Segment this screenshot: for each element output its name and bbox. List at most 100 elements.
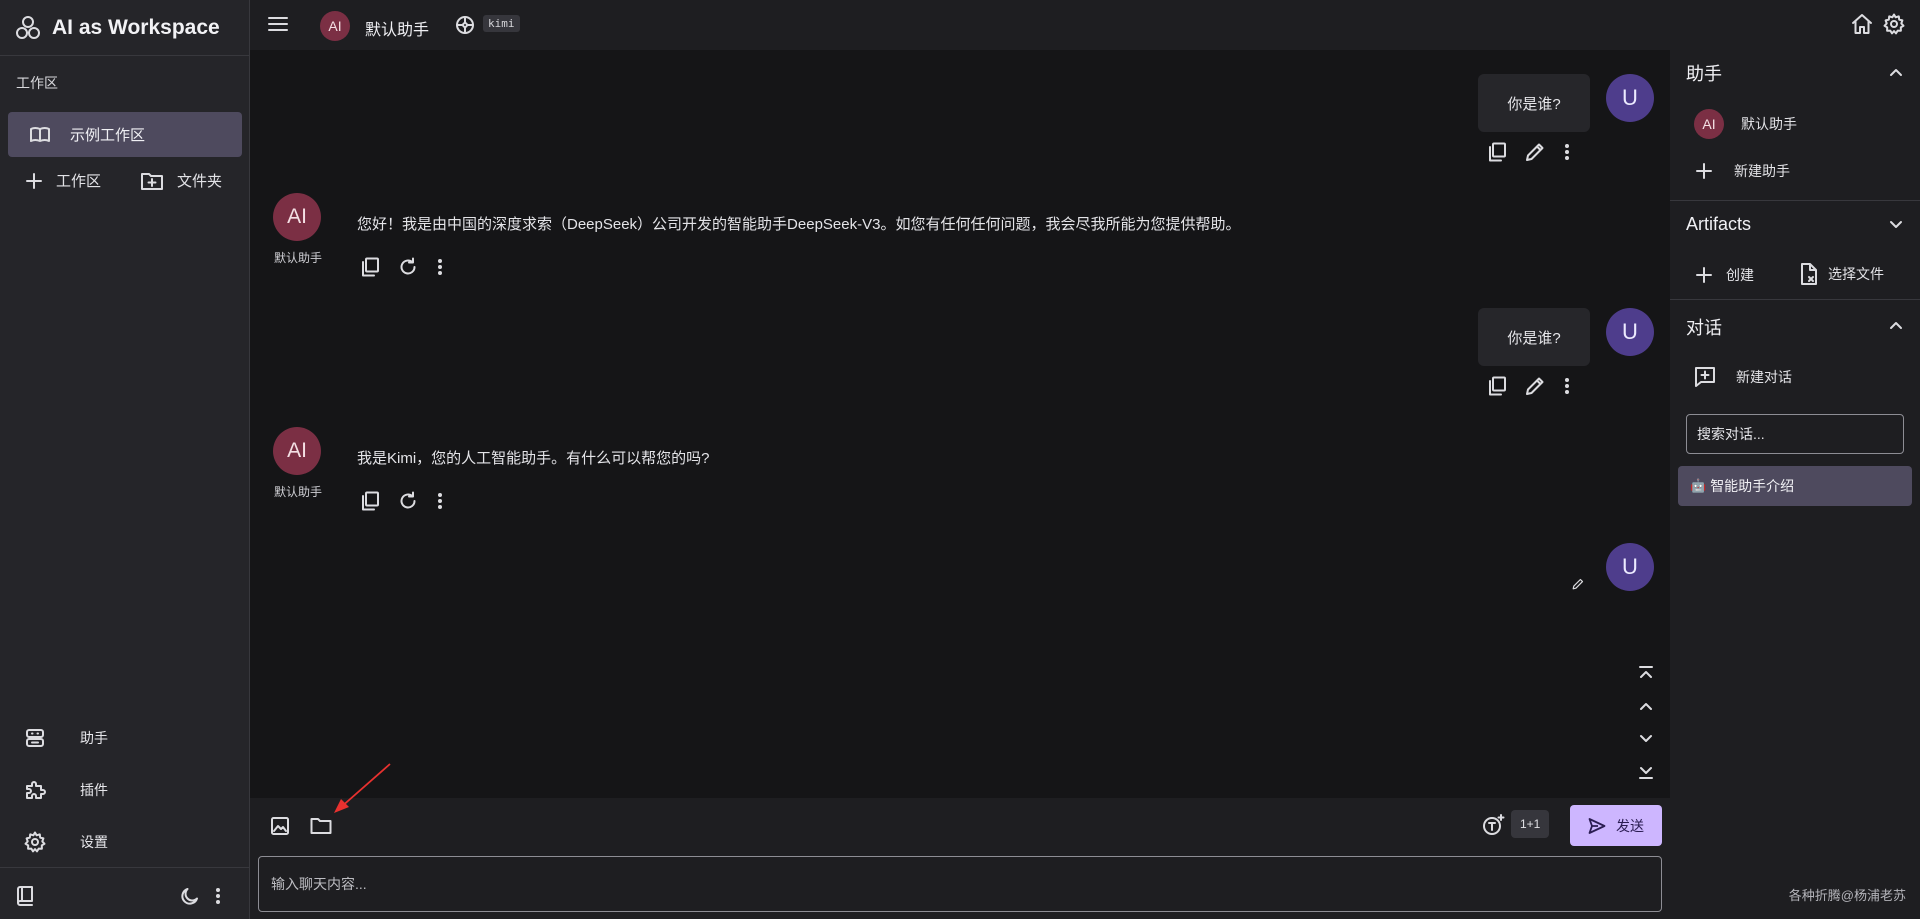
docs-button[interactable] <box>16 886 34 906</box>
send-icon <box>1588 817 1606 834</box>
more-vertical-icon <box>438 259 442 275</box>
select-file-button[interactable]: 选择文件 <box>1800 263 1884 285</box>
more-options-button[interactable] <box>436 257 444 277</box>
copy-button[interactable] <box>360 257 380 277</box>
add-workspace-label: 工作区 <box>56 173 102 190</box>
prompt-template-button[interactable] <box>1482 814 1506 836</box>
collapse-assistant-button[interactable] <box>1888 64 1904 80</box>
edit-message-button[interactable] <box>1572 578 1584 590</box>
copy-button[interactable] <box>360 491 380 511</box>
chat-plus-icon <box>1695 367 1715 387</box>
app-title: AI as Workspace <box>52 15 220 39</box>
divider <box>1670 200 1920 201</box>
refresh-icon <box>400 257 416 275</box>
more-options-button[interactable] <box>1563 376 1571 396</box>
conversation-title: 智能助手介绍 <box>1710 478 1795 494</box>
chat-input[interactable] <box>259 857 1661 911</box>
settings-button[interactable] <box>1883 13 1905 35</box>
workspace-item-example[interactable]: 示例工作区 <box>8 112 242 157</box>
user-message-actions <box>1487 142 1571 162</box>
left-nav: 助手 插件 设置 <box>0 712 250 868</box>
pencil-icon <box>1526 143 1544 161</box>
file-search-icon <box>1801 263 1817 285</box>
regenerate-button[interactable] <box>398 257 418 277</box>
edit-button[interactable] <box>1525 142 1545 162</box>
model-selector-button[interactable] <box>455 15 475 35</box>
more-options-button[interactable] <box>214 886 222 906</box>
model-tag[interactable]: kimi <box>483 15 520 32</box>
scroll-bottom-button[interactable] <box>1638 764 1654 780</box>
nav-assistant-label: 助手 <box>80 730 108 746</box>
left-footer <box>0 867 250 919</box>
assistant-name: 默认助手 <box>274 251 323 265</box>
scroll-down-button[interactable] <box>1638 731 1654 747</box>
assistant-list-item[interactable]: AI 默认助手 <box>1694 109 1797 139</box>
app-brand: AI as Workspace <box>0 0 249 56</box>
send-button[interactable]: 发送 <box>1570 805 1662 846</box>
regenerate-button[interactable] <box>398 491 418 511</box>
home-button[interactable] <box>1851 13 1873 35</box>
top-bar: AI 默认助手 kimi <box>250 0 1920 50</box>
create-artifact-button[interactable]: 创建 <box>1696 265 1754 285</box>
edit-button[interactable] <box>1525 376 1545 396</box>
nav-assistant[interactable]: 助手 <box>0 712 250 764</box>
expand-artifacts-button[interactable] <box>1888 217 1904 233</box>
hexagon-logo-icon <box>16 15 40 39</box>
menu-button[interactable] <box>268 14 288 34</box>
prompt-template-tag[interactable]: 1+1 <box>1511 810 1550 838</box>
image-icon <box>271 817 289 835</box>
conversation-list-item[interactable]: 🤖 智能助手介绍 <box>1678 466 1912 506</box>
folder-plus-icon <box>141 172 164 190</box>
copy-button[interactable] <box>1487 142 1507 162</box>
more-options-button[interactable] <box>1563 142 1571 162</box>
user-message-actions <box>1487 376 1571 396</box>
theme-toggle-button[interactable] <box>180 886 200 906</box>
workspace-item-label: 示例工作区 <box>70 127 146 144</box>
book-open-icon <box>30 126 50 142</box>
upload-image-button[interactable] <box>270 816 290 836</box>
conversation-search-input[interactable] <box>1687 415 1903 453</box>
add-folder-button[interactable]: 文件夹 <box>141 170 222 191</box>
assistant-avatar[interactable]: AI <box>320 11 350 41</box>
assistant-avatar: AI <box>273 193 321 241</box>
scroll-up-button[interactable] <box>1638 698 1654 714</box>
conversation-section-title[interactable]: 对话 <box>1686 314 1722 340</box>
gear-icon <box>1883 13 1905 35</box>
copy-button[interactable] <box>1487 376 1507 396</box>
add-workspace-button[interactable]: 工作区 <box>26 170 101 191</box>
upload-folder-button[interactable] <box>310 816 332 836</box>
conversation-search-field[interactable] <box>1686 414 1904 454</box>
chevrons-down-icon <box>1639 767 1653 779</box>
nav-settings[interactable]: 设置 <box>0 816 250 868</box>
nav-plugins-label: 插件 <box>80 782 108 798</box>
chevron-down-icon <box>1640 735 1652 742</box>
annotation-arrow-icon <box>334 763 391 813</box>
send-label: 发送 <box>1616 817 1644 834</box>
workspace-section-label: 工作区 <box>16 75 58 91</box>
scroll-top-button[interactable] <box>1638 665 1654 681</box>
footer-note: 各种折腾@杨浦老苏 <box>1788 888 1906 903</box>
assistant-item-label: 默认助手 <box>1741 116 1797 132</box>
nav-plugins[interactable]: 插件 <box>0 764 250 816</box>
collapse-conversation-button[interactable] <box>1888 317 1904 333</box>
assistant-avatar: AI <box>273 427 321 475</box>
more-vertical-icon <box>216 888 220 904</box>
user-message-bubble: 你是谁? <box>1478 308 1590 366</box>
moon-icon <box>181 888 198 905</box>
assistant-message-text: 我是Kimi，您的人工智能助手。有什么可以帮您的吗? <box>357 450 710 467</box>
user-avatar: U <box>1606 543 1654 591</box>
nav-settings-label: 设置 <box>80 834 108 850</box>
more-vertical-icon <box>1565 378 1569 394</box>
more-options-button[interactable] <box>436 491 444 511</box>
assistant-section-title[interactable]: 助手 <box>1686 60 1722 86</box>
left-sidebar: AI as Workspace 工作区 示例工作区 工作区 文件夹 助手 插件 … <box>0 0 250 919</box>
more-vertical-icon <box>1565 144 1569 160</box>
text-sparkle-icon <box>1483 814 1505 835</box>
assistant-name[interactable]: 默认助手 <box>365 16 429 40</box>
chat-input-field[interactable] <box>258 856 1662 912</box>
new-assistant-button[interactable]: 新建助手 <box>1696 161 1790 181</box>
artifacts-section-title[interactable]: Artifacts <box>1686 214 1751 235</box>
copy-icon <box>362 257 379 277</box>
new-conversation-button[interactable]: 新建对话 <box>1694 366 1792 388</box>
chat-area[interactable]: 你是谁? U AI 默认助手 您好！我是由中国的深度求索（DeepSeek）公司… <box>250 50 1670 798</box>
